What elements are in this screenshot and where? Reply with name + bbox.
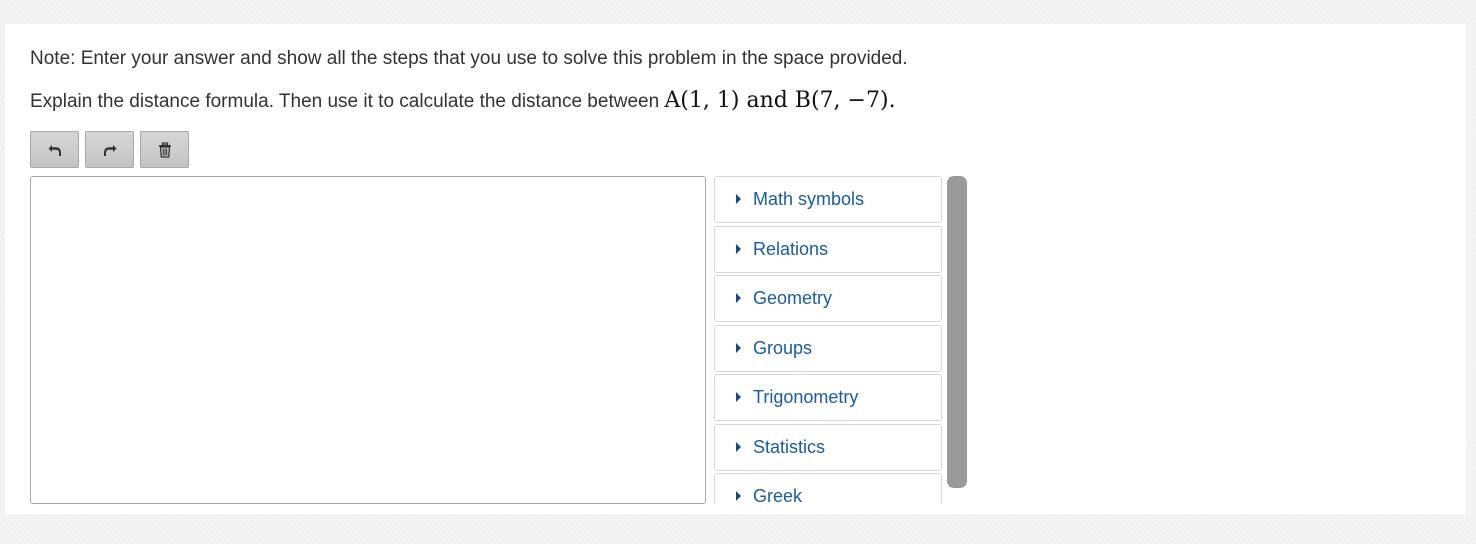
caret-right-icon: [736, 442, 741, 452]
palette-category-label: Trigonometry: [753, 387, 859, 407]
palette-category-label: Math symbols: [753, 189, 865, 209]
palette-math-symbols[interactable]: Math symbols: [714, 176, 942, 223]
clear-button[interactable]: [140, 131, 189, 168]
redo-arrow-icon: [103, 144, 116, 156]
question-math: A(1, 1) and B(7, −7): [664, 88, 889, 113]
palette-relations[interactable]: Relations: [714, 226, 942, 273]
trash-icon: [158, 141, 171, 158]
caret-right-icon: [736, 293, 741, 303]
undo-button[interactable]: [30, 131, 79, 168]
symbol-palette: Math symbols Relations Geometry Groups T…: [714, 176, 942, 504]
caret-right-icon: [736, 194, 741, 204]
question-prompt: Explain the distance formula. Then use i…: [30, 91, 665, 112]
palette-geometry[interactable]: Geometry: [714, 275, 942, 322]
caret-right-icon: [736, 392, 741, 402]
instructions-note: Note: Enter your answer and show all the…: [30, 48, 908, 69]
palette-greek[interactable]: Greek: [714, 473, 942, 504]
palette-statistics[interactable]: Statistics: [714, 424, 942, 471]
caret-right-icon: [736, 244, 741, 254]
question-panel: Note: Enter your answer and show all the…: [5, 24, 1466, 514]
caret-right-icon: [736, 343, 741, 353]
palette-category-label: Statistics: [753, 437, 826, 457]
undo-arrow-icon: [48, 144, 61, 156]
redo-button[interactable]: [85, 131, 134, 168]
question-text: Explain the distance formula. Then use i…: [30, 88, 896, 113]
palette-groups[interactable]: Groups: [714, 325, 942, 372]
answer-editor[interactable]: [30, 176, 706, 504]
caret-right-icon: [736, 491, 741, 501]
palette-category-label: Relations: [753, 239, 829, 259]
question-end: .: [888, 88, 896, 113]
palette-scrollbar[interactable]: [947, 176, 967, 488]
palette-category-label: Groups: [753, 338, 813, 358]
palette-category-label: Geometry: [753, 288, 833, 308]
palette-trigonometry[interactable]: Trigonometry: [714, 374, 942, 421]
palette-category-label: Greek: [753, 486, 803, 504]
